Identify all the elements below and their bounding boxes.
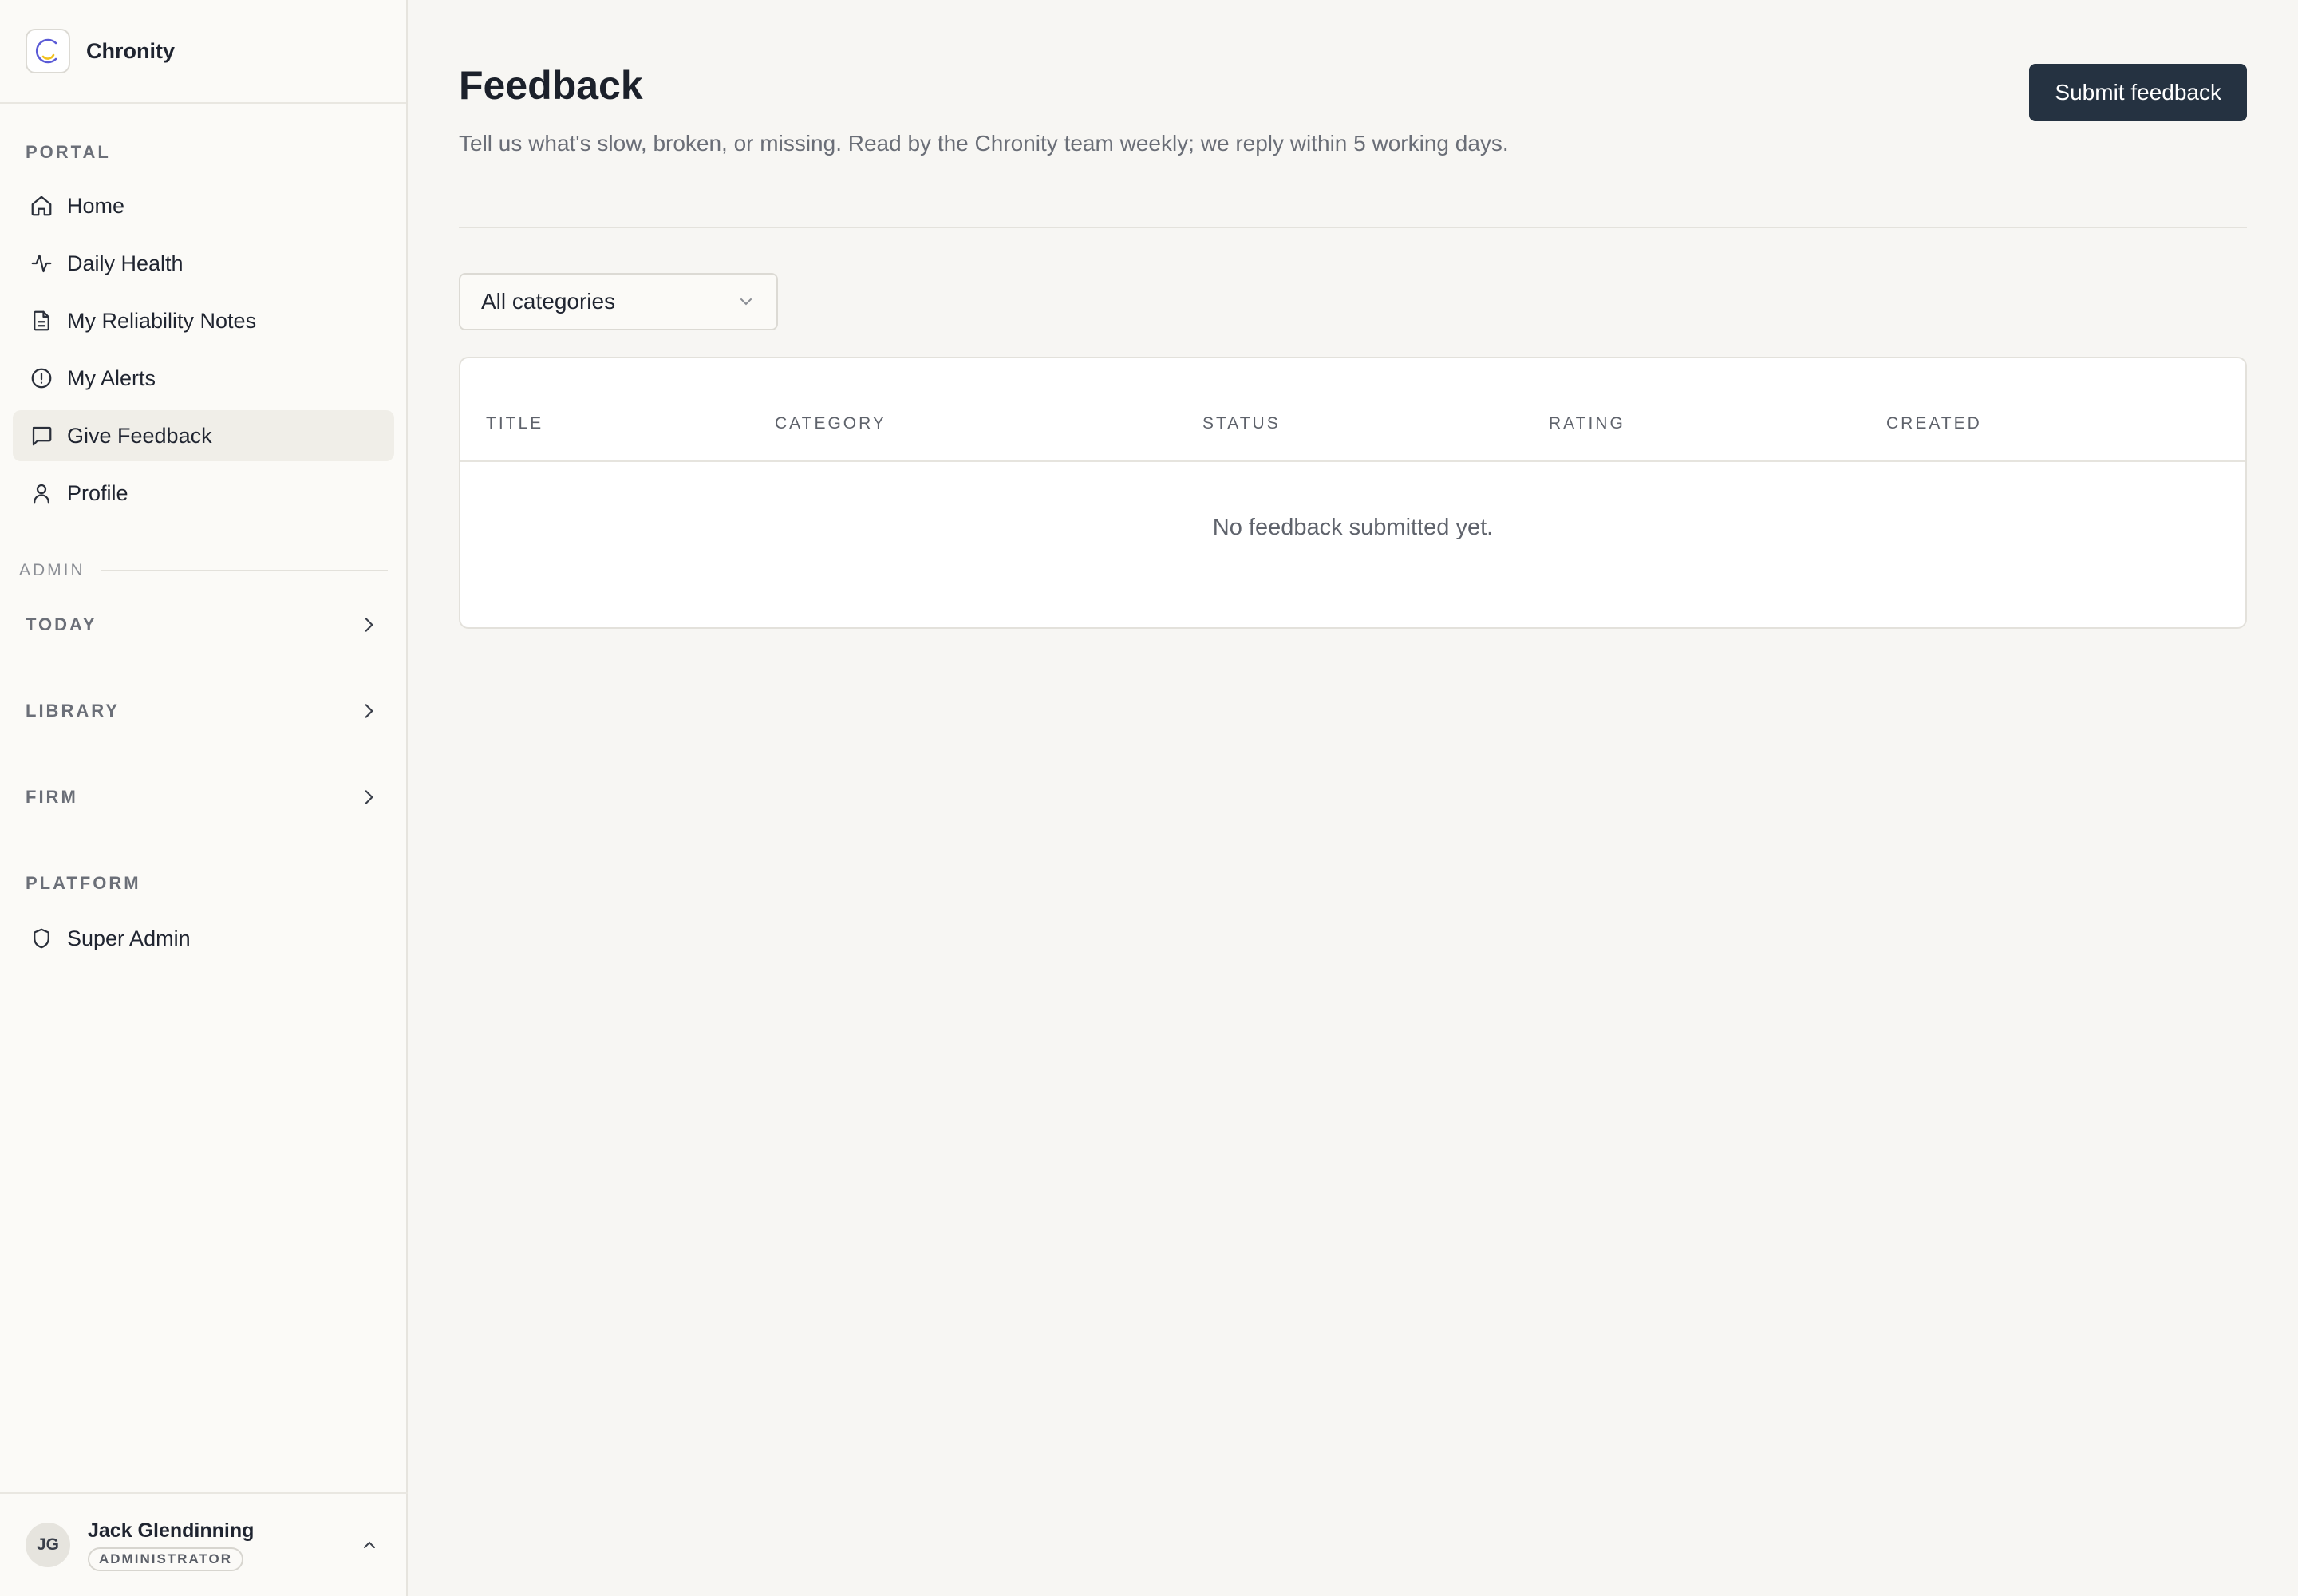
category-filter-select[interactable]: All categories bbox=[459, 273, 778, 330]
admin-section-divider: ADMIN bbox=[19, 561, 388, 580]
page-header: Feedback Tell us what's slow, broken, or… bbox=[459, 62, 2247, 198]
main-content: Feedback Tell us what's slow, broken, or… bbox=[408, 0, 2298, 1596]
sidebar: Chronity PORTAL Home Daily Health My Rel… bbox=[0, 0, 408, 1596]
column-header-created[interactable]: CREATED bbox=[1886, 414, 1982, 433]
sidebar-item-my-reliability-notes[interactable]: My Reliability Notes bbox=[13, 295, 394, 346]
column-header-rating[interactable]: RATING bbox=[1549, 414, 1625, 433]
user-name: Jack Glendinning bbox=[88, 1519, 255, 1542]
group-label: LIBRARY bbox=[26, 701, 120, 721]
submit-feedback-button[interactable]: Submit feedback bbox=[2029, 64, 2247, 121]
chevron-right-icon bbox=[365, 704, 373, 718]
sidebar-group-today[interactable]: TODAY bbox=[0, 601, 408, 649]
empty-state-message: No feedback submitted yet. bbox=[1212, 515, 1494, 540]
column-header-title[interactable]: TITLE bbox=[486, 414, 543, 433]
sidebar-item-my-alerts[interactable]: My Alerts bbox=[13, 353, 394, 404]
user-menu[interactable]: JG Jack Glendinning ADMINISTRATOR bbox=[0, 1492, 408, 1596]
user-info: Jack Glendinning ADMINISTRATOR bbox=[88, 1519, 360, 1571]
table-header: TITLE CATEGORY STATUS RATING CREATED bbox=[460, 358, 2245, 462]
sidebar-item-super-admin[interactable]: Super Admin bbox=[13, 913, 394, 964]
brand-logo-icon bbox=[26, 29, 70, 73]
page-title: Feedback bbox=[459, 63, 643, 108]
sidebar-item-give-feedback[interactable]: Give Feedback bbox=[13, 410, 394, 461]
category-filter-value: All categories bbox=[481, 289, 616, 314]
admin-section-label: ADMIN bbox=[19, 561, 85, 579]
sidebar-group-firm[interactable]: FIRM bbox=[0, 773, 408, 821]
header-divider bbox=[459, 227, 2247, 228]
sidebar-item-label: Profile bbox=[67, 480, 128, 505]
column-header-status[interactable]: STATUS bbox=[1202, 414, 1281, 433]
document-icon bbox=[29, 308, 54, 334]
app: Chronity PORTAL Home Daily Health My Rel… bbox=[0, 0, 2298, 1596]
sidebar-item-label: Super Admin bbox=[67, 926, 191, 950]
sidebar-group-library[interactable]: LIBRARY bbox=[0, 687, 408, 735]
avatar: JG bbox=[26, 1523, 70, 1567]
brand-name: Chronity bbox=[86, 38, 175, 63]
divider-line bbox=[101, 570, 388, 571]
chevron-right-icon bbox=[365, 790, 373, 804]
sidebar-item-profile[interactable]: Profile bbox=[13, 468, 394, 519]
platform-nav: Super Admin bbox=[13, 913, 394, 970]
sidebar-item-label: Daily Health bbox=[67, 251, 184, 275]
group-label: FIRM bbox=[26, 787, 78, 807]
portal-nav: Home Daily Health My Reliability Notes M… bbox=[13, 180, 394, 525]
activity-icon bbox=[29, 251, 54, 276]
user-icon bbox=[29, 480, 54, 506]
portal-section-label: PORTAL bbox=[26, 142, 111, 162]
home-icon bbox=[29, 193, 54, 219]
sidebar-item-label: Give Feedback bbox=[67, 423, 212, 448]
column-header-category[interactable]: CATEGORY bbox=[775, 414, 886, 433]
chevron-down-icon bbox=[740, 298, 752, 306]
sidebar-item-home[interactable]: Home bbox=[13, 180, 394, 231]
chevron-up-icon bbox=[364, 1541, 375, 1548]
sidebar-item-label: Home bbox=[67, 193, 125, 218]
platform-section-label: PLATFORM bbox=[26, 873, 141, 893]
feedback-table: TITLE CATEGORY STATUS RATING CREATED No … bbox=[459, 357, 2247, 629]
group-label: TODAY bbox=[26, 614, 97, 634]
role-badge: ADMINISTRATOR bbox=[88, 1547, 244, 1571]
shield-icon bbox=[29, 926, 54, 951]
page-description: Tell us what's slow, broken, or missing.… bbox=[459, 131, 1509, 156]
brand[interactable]: Chronity bbox=[0, 0, 406, 104]
alert-circle-icon bbox=[29, 365, 54, 391]
message-square-icon bbox=[29, 423, 54, 448]
sidebar-item-label: My Alerts bbox=[67, 365, 156, 390]
sidebar-item-daily-health[interactable]: Daily Health bbox=[13, 238, 394, 289]
sidebar-item-label: My Reliability Notes bbox=[67, 308, 257, 333]
chevron-right-icon bbox=[365, 618, 373, 632]
